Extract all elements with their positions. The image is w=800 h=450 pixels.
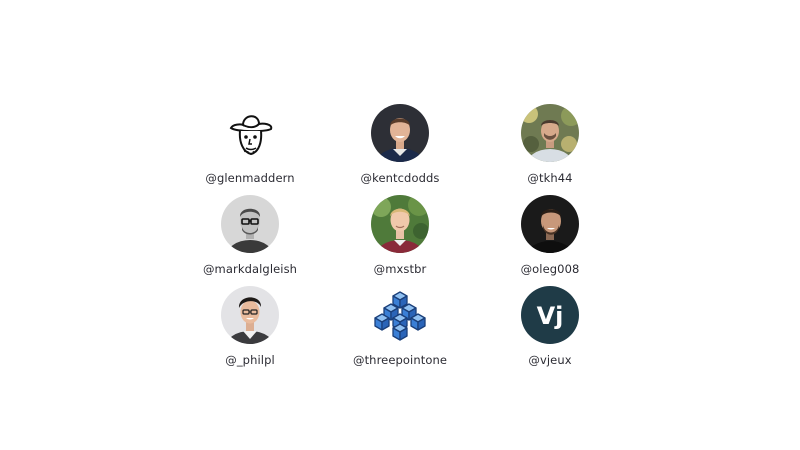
contributor-handle[interactable]: @markdalgleish: [203, 262, 297, 276]
contributor-kentcdodds[interactable]: @kentcdodds: [325, 104, 475, 195]
avatar[interactable]: [221, 195, 279, 253]
contributor-handle[interactable]: @tkh44: [527, 171, 572, 185]
contributor-oleg008[interactable]: @oleg008: [475, 195, 625, 286]
contributor-threepointone[interactable]: @threepointone: [325, 286, 475, 377]
sketch-hat-portrait-icon: [221, 104, 279, 162]
photo-portrait-icon: [371, 195, 429, 253]
contributor-handle[interactable]: @vjeux: [528, 353, 571, 367]
contributor-mxstbr[interactable]: @mxstbr: [325, 195, 475, 286]
avatar[interactable]: Vj: [521, 286, 579, 344]
contributors-grid: @glenmaddern @kentcdodds @tkh44 @markdal…: [175, 104, 625, 377]
contributor-philpl[interactable]: @_philpl: [175, 286, 325, 377]
avatar[interactable]: [221, 286, 279, 344]
contributor-tkh44[interactable]: @tkh44: [475, 104, 625, 195]
contributor-handle[interactable]: @oleg008: [521, 262, 580, 276]
photo-portrait-icon: [371, 104, 429, 162]
avatar[interactable]: [371, 195, 429, 253]
contributor-handle[interactable]: @threepointone: [353, 353, 447, 367]
avatar[interactable]: [371, 286, 429, 344]
avatar[interactable]: [371, 104, 429, 162]
contributor-handle[interactable]: @_philpl: [225, 353, 275, 367]
photo-portrait-icon: [221, 195, 279, 253]
contributor-vjeux[interactable]: Vj @vjeux: [475, 286, 625, 377]
avatar[interactable]: [521, 104, 579, 162]
photo-portrait-icon: [521, 104, 579, 162]
vj-monogram-icon: Vj: [521, 286, 579, 344]
contributor-handle[interactable]: @glenmaddern: [205, 171, 294, 185]
avatar[interactable]: [521, 195, 579, 253]
contributor-markdalgleish[interactable]: @markdalgleish: [175, 195, 325, 286]
photo-portrait-icon: [221, 286, 279, 344]
blue-cubes-icon: [371, 286, 429, 344]
photo-portrait-icon: [521, 195, 579, 253]
contributor-glenmaddern[interactable]: @glenmaddern: [175, 104, 325, 195]
contributor-handle[interactable]: @kentcdodds: [361, 171, 440, 185]
avatar[interactable]: [221, 104, 279, 162]
vj-monogram-text: Vj: [537, 302, 564, 330]
contributor-handle[interactable]: @mxstbr: [374, 262, 427, 276]
